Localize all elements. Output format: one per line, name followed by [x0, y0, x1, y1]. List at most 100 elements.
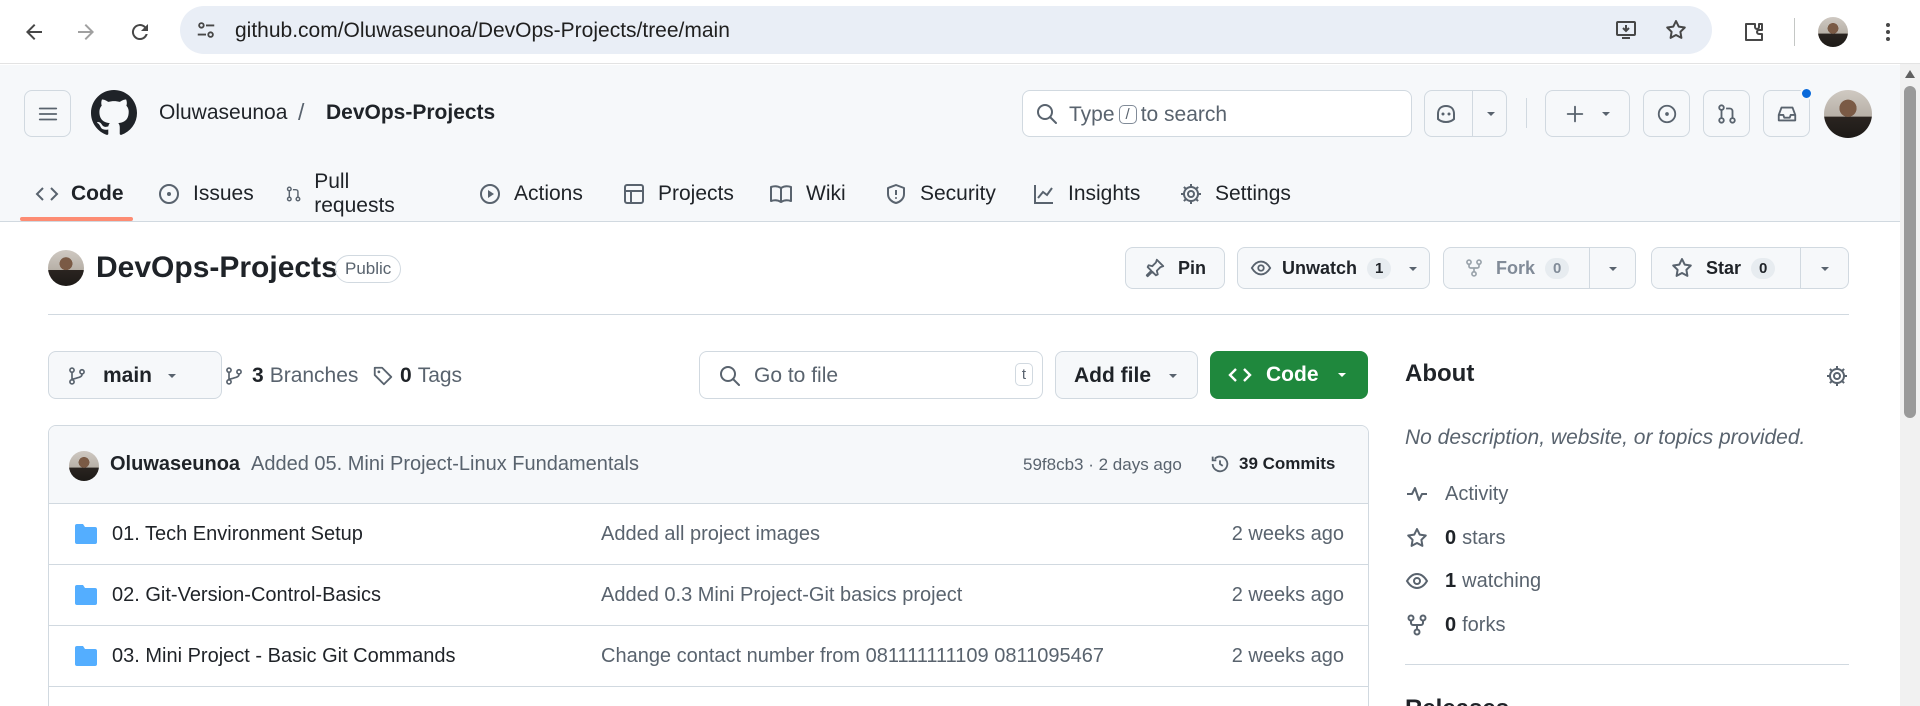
copilot-button[interactable]: [1424, 90, 1507, 137]
book-icon: [770, 184, 792, 203]
profile-button[interactable]: [1813, 12, 1853, 52]
forks-link[interactable]: 0 forks: [1405, 613, 1505, 637]
install-icon[interactable]: [1610, 14, 1642, 46]
chevron-down-icon[interactable]: [1819, 263, 1831, 275]
browser-toolbar: github.com/Oluwaseunoa/DevOps-Projects/t…: [0, 0, 1920, 64]
table-icon: [624, 183, 644, 204]
fork-button[interactable]: Fork 0: [1443, 247, 1636, 289]
commits-link[interactable]: 39 Commits: [1209, 453, 1335, 475]
code-icon: [35, 186, 59, 201]
latest-commit-bar: Oluwaseunoa Added 05. Mini Project-Linux…: [49, 426, 1368, 504]
commit-author-avatar[interactable]: [69, 451, 99, 481]
pulse-icon: [1407, 487, 1427, 501]
scroll-up-arrow[interactable]: [1905, 70, 1915, 78]
file-date: 2 weeks ago: [1231, 645, 1344, 667]
pin-button[interactable]: Pin: [1125, 247, 1225, 289]
tab-insights-label: Insights: [1068, 181, 1141, 205]
owner-avatar[interactable]: [48, 250, 84, 286]
header-divider: [1526, 98, 1527, 128]
button-divider: [1800, 248, 1801, 288]
branch-selector[interactable]: main: [48, 351, 222, 399]
commit-author[interactable]: Oluwaseunoa: [110, 453, 240, 476]
tab-settings[interactable]: Settings: [1179, 165, 1291, 222]
issues-button[interactable]: [1643, 90, 1690, 137]
stars-link[interactable]: 0 stars: [1405, 526, 1505, 550]
table-row[interactable]: 01. Tech Environment Setup Added all pro…: [49, 504, 1368, 565]
releases-heading[interactable]: Releases: [1405, 695, 1509, 706]
tab-code-label: Code: [71, 181, 124, 205]
star-icon: [1407, 528, 1427, 547]
extensions-icon[interactable]: [1734, 12, 1774, 52]
scrollbar-thumb[interactable]: [1904, 86, 1916, 418]
tab-security[interactable]: Security: [884, 165, 996, 222]
unwatch-button[interactable]: Unwatch 1: [1237, 247, 1430, 289]
commit-hash-time[interactable]: 59f8cb3 · 2 days ago: [1023, 455, 1182, 475]
tab-settings-label: Settings: [1215, 181, 1291, 205]
tags-link[interactable]: 0 Tags: [372, 364, 462, 388]
tab-pull-requests[interactable]: Pull requests: [285, 165, 402, 222]
tab-insights[interactable]: Insights: [1032, 165, 1140, 222]
table-row[interactable]: 02. Git-Version-Control-Basics Added 0.3…: [49, 565, 1368, 626]
menu-button[interactable]: [24, 90, 71, 137]
table-row[interactable]: 03. Mini Project - Basic Git Commands Ch…: [49, 626, 1368, 687]
back-button[interactable]: [14, 12, 54, 52]
plus-icon: [1566, 105, 1583, 122]
tag-icon: [373, 366, 393, 386]
search-input[interactable]: Type / to search: [1022, 90, 1412, 137]
user-avatar[interactable]: [1824, 90, 1872, 138]
tab-issues[interactable]: Issues: [157, 165, 254, 222]
file-commit-message[interactable]: Change contact number from 081111111109 …: [601, 645, 1104, 668]
file-name[interactable]: 02. Git-Version-Control-Basics: [112, 584, 381, 607]
watching-link[interactable]: 1 watching: [1405, 569, 1541, 593]
star-label: Star: [1706, 257, 1742, 278]
branches-link[interactable]: 3 Branches: [224, 364, 358, 388]
star-button[interactable]: Star 0: [1651, 247, 1849, 289]
repo-name-link[interactable]: DevOps-Projects: [326, 101, 495, 125]
file-commit-message[interactable]: Added all project images: [601, 523, 820, 546]
branch-name: main: [103, 364, 153, 387]
folder-icon: [75, 585, 97, 605]
go-to-file-input[interactable]: Go to file t: [699, 351, 1043, 399]
owner-link[interactable]: Oluwaseunoa: [159, 101, 287, 125]
file-name[interactable]: 03. Mini Project - Basic Git Commands: [112, 645, 455, 668]
add-file-button[interactable]: Add file: [1055, 351, 1198, 399]
chevron-down-icon[interactable]: [1607, 263, 1619, 275]
button-divider: [1589, 248, 1590, 288]
file-name[interactable]: 01. Tech Environment Setup: [112, 523, 363, 546]
tab-wiki[interactable]: Wiki: [768, 165, 846, 222]
tab-security-label: Security: [920, 181, 996, 205]
activity-link[interactable]: Activity: [1405, 482, 1508, 506]
pull-requests-button[interactable]: [1703, 90, 1750, 137]
github-logo-icon[interactable]: [91, 90, 137, 136]
tab-actions[interactable]: Actions: [478, 165, 583, 222]
forward-button[interactable]: [66, 12, 106, 52]
issue-icon: [1657, 104, 1676, 123]
url-text[interactable]: github.com/Oluwaseunoa/DevOps-Projects/t…: [235, 19, 730, 43]
gear-icon[interactable]: [1825, 364, 1849, 388]
reload-button[interactable]: [120, 12, 160, 52]
pin-icon: [1145, 258, 1165, 278]
kebab-menu-icon[interactable]: [1868, 12, 1908, 52]
tab-pull-requests-label: Pull requests: [314, 169, 395, 217]
tab-actions-label: Actions: [514, 181, 583, 205]
commit-message[interactable]: Added 05. Mini Project-Linux Fundamental…: [251, 453, 639, 476]
page-scrollbar[interactable]: [1900, 64, 1920, 706]
bookmark-star-icon[interactable]: [1660, 14, 1692, 46]
code-button[interactable]: Code: [1210, 351, 1368, 399]
create-new-button[interactable]: [1545, 90, 1630, 137]
tab-code[interactable]: Code: [35, 165, 124, 222]
tab-projects[interactable]: Projects: [622, 165, 734, 222]
file-commit-message[interactable]: Added 0.3 Mini Project-Git basics projec…: [601, 584, 962, 607]
eye-icon: [1405, 572, 1429, 590]
code-icon: [1228, 368, 1252, 382]
chevron-down-icon[interactable]: [1407, 263, 1419, 275]
watching-count: 1: [1445, 569, 1457, 592]
fork-label: Fork: [1496, 257, 1536, 278]
search-placeholder: Type / to search: [1069, 103, 1228, 126]
site-info-icon[interactable]: [190, 14, 222, 46]
page-title[interactable]: DevOps-Projects: [96, 251, 338, 285]
inbox-button[interactable]: [1763, 87, 1813, 137]
pull-request-icon: [286, 185, 301, 202]
unwatch-label: Unwatch: [1282, 257, 1358, 278]
address-bar[interactable]: github.com/Oluwaseunoa/DevOps-Projects/t…: [180, 6, 1712, 54]
